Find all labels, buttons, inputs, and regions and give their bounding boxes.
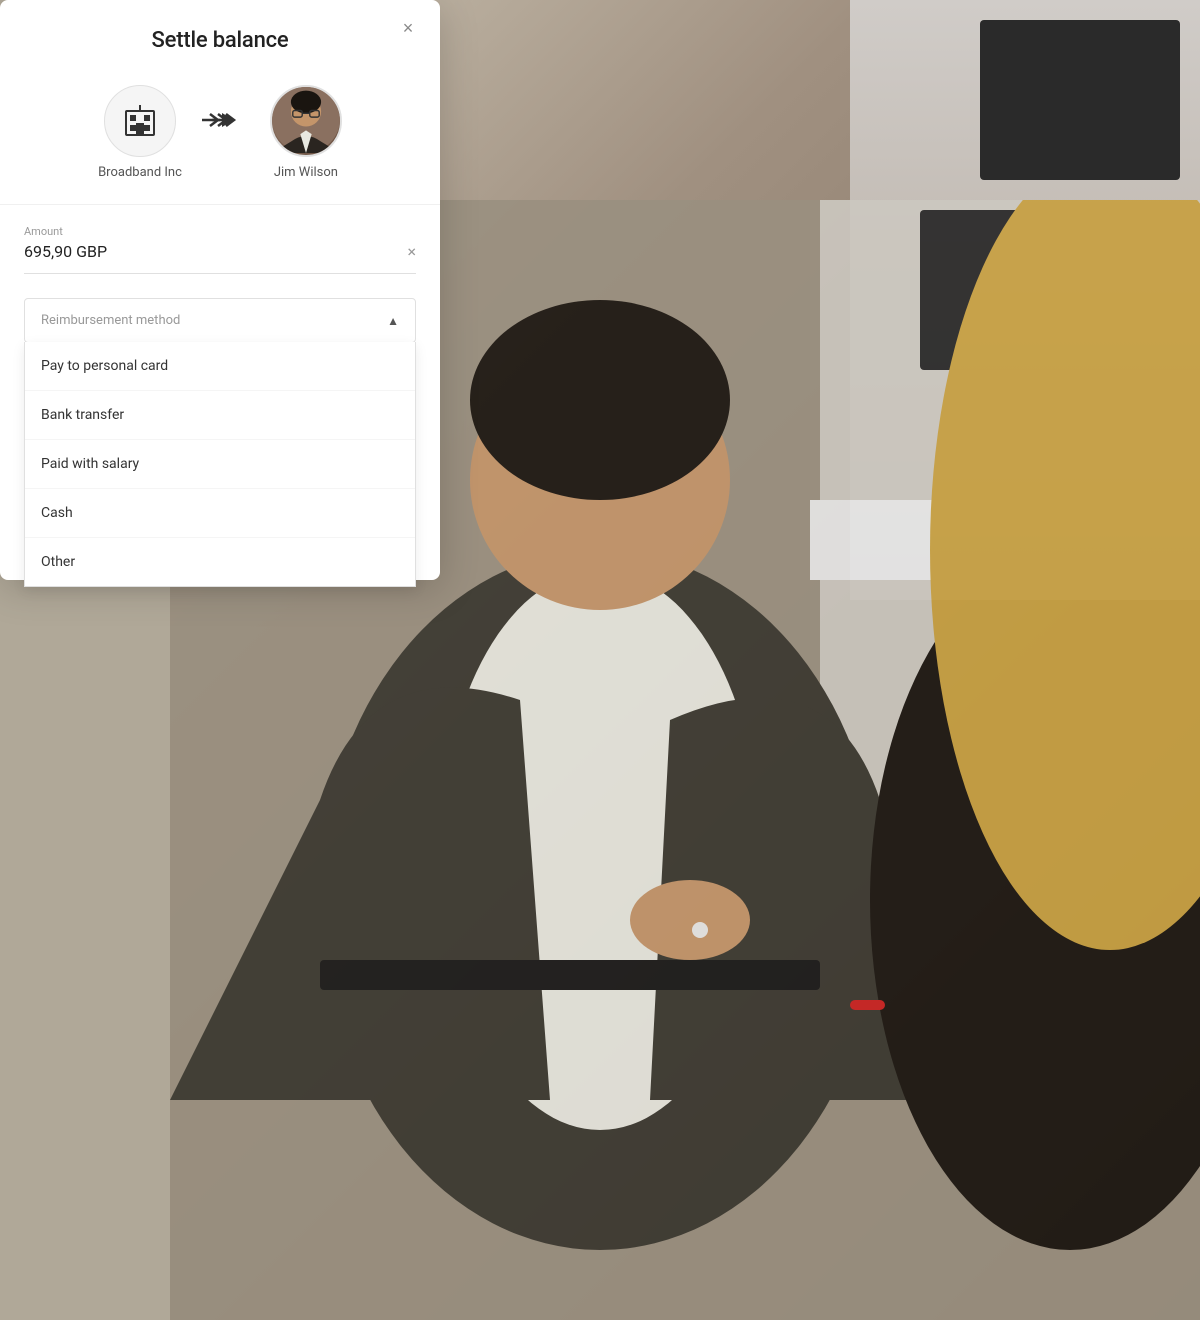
reimbursement-dropdown[interactable]: Reimbursement method ▲ Pay to personal c… [24,298,416,343]
amount-row: 695,90 GBP × [24,242,416,274]
option-bank-transfer[interactable]: Bank transfer [25,391,415,440]
to-name: Jim Wilson [274,165,338,180]
transfer-arrow [202,108,250,158]
option-paid-with-salary[interactable]: Paid with salary [25,440,415,489]
close-button[interactable]: × [396,16,420,40]
from-entity: Broadband Inc [98,85,182,180]
option-cash[interactable]: Cash [25,489,415,538]
settle-balance-modal: Settle balance × Broadband Inc [0,0,440,580]
to-avatar [270,85,342,157]
dropdown-arrow-icon: ▲ [387,314,399,328]
option-other[interactable]: Other [25,538,415,586]
reimbursement-section: Reimbursement method ▲ Pay to personal c… [0,282,440,343]
to-entity: Jim Wilson [270,85,342,180]
amount-label: Amount [24,225,416,238]
amount-value: 695,90 GBP [24,242,107,261]
modal-title: Settle balance [24,28,416,53]
amount-section: Amount 695,90 GBP × [0,205,440,282]
background-dark-box [980,20,1180,180]
dropdown-options-list: Pay to personal card Bank transfer Paid … [24,342,416,587]
amount-clear-button[interactable]: × [407,242,416,261]
transfer-section: Broadband Inc [0,69,440,204]
arrow-right-icon [202,108,250,132]
modal-header: Settle balance × [0,0,440,69]
from-avatar [104,85,176,157]
person-avatar-icon [272,85,340,155]
option-pay-personal-card[interactable]: Pay to personal card [25,342,415,391]
dropdown-label: Reimbursement method [41,313,180,328]
from-name: Broadband Inc [98,165,182,180]
dropdown-header[interactable]: Reimbursement method ▲ [25,299,415,342]
building-icon [122,103,158,139]
